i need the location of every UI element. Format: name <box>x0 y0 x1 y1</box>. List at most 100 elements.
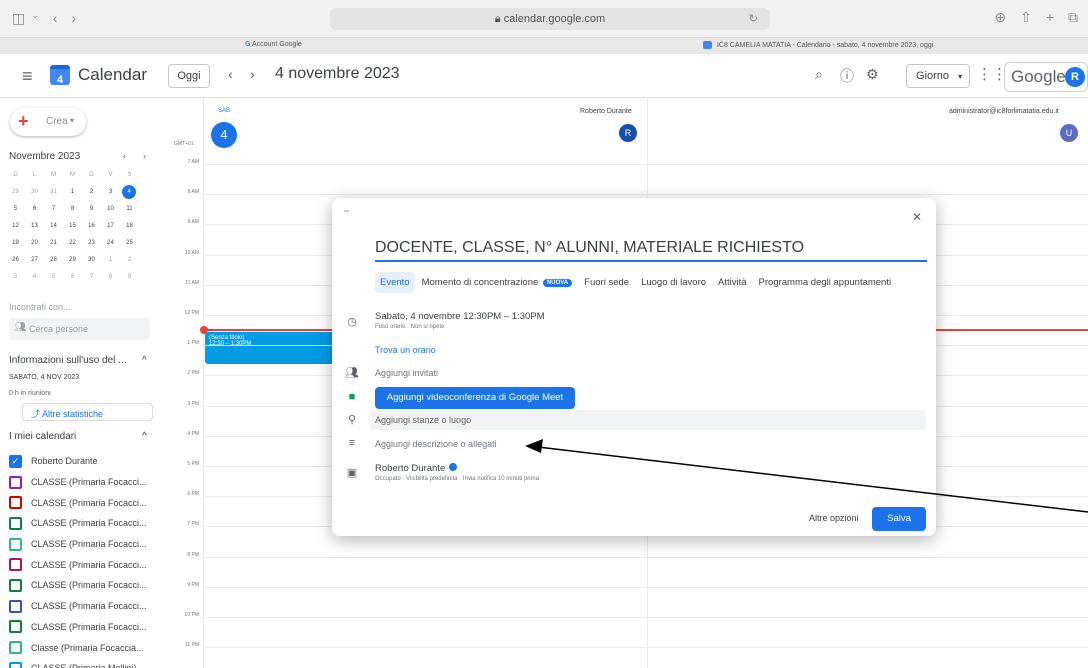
calendar-list-item[interactable]: CLASSE (Primaria Focacci... <box>9 513 159 534</box>
mini-calendar-day[interactable]: 26 <box>6 253 25 267</box>
mini-calendar-day[interactable]: 8 <box>63 202 82 216</box>
download-icon[interactable]: ⊕ <box>994 9 1006 26</box>
mini-calendar-day[interactable]: 23 <box>82 236 101 250</box>
chevron-up-icon[interactable]: ^ <box>142 431 147 442</box>
mini-calendar-day[interactable]: 4 <box>25 270 44 284</box>
address-bar[interactable]: 🔒︎ calendar.google.com ↻ <box>330 8 770 30</box>
calendar-list-item[interactable]: ✓ Roberto Durante <box>9 451 159 472</box>
mini-calendar-day[interactable]: 21 <box>44 236 63 250</box>
mini-calendar-day[interactable]: 28 <box>44 253 63 267</box>
forward-icon[interactable]: › <box>71 10 76 27</box>
mini-calendar-day[interactable]: 30 <box>25 185 44 199</box>
mini-prev-icon[interactable]: ‹ <box>123 151 126 161</box>
tab-account-google[interactable]: G Account Google <box>245 41 302 48</box>
calendar-list-item[interactable]: CLASSE (Primaria Mellini) ... <box>9 658 159 668</box>
mini-calendar-day[interactable]: 14 <box>44 219 63 233</box>
tab-out-of-office[interactable]: Fuori sede <box>579 272 634 293</box>
search-icon[interactable]: ⌕ <box>815 66 823 83</box>
mini-calendar-day[interactable]: 19 <box>6 236 25 250</box>
mini-calendar-day[interactable]: 8 <box>101 270 120 284</box>
mini-calendar-day[interactable]: 9 <box>82 202 101 216</box>
mini-calendar-day[interactable]: 17 <box>101 219 120 233</box>
drag-handle-icon[interactable]: ═ <box>344 208 349 215</box>
calendar-owner[interactable]: Roberto Durante <box>375 463 458 474</box>
mini-calendar-day[interactable]: 27 <box>25 253 44 267</box>
calendar-checkbox[interactable] <box>9 475 22 489</box>
calendar-list-item[interactable]: CLASSE (Primaria Focacci... <box>9 617 159 638</box>
calendar-checkbox[interactable] <box>9 599 22 613</box>
mini-calendar-day[interactable]: 1 <box>101 253 120 267</box>
mini-calendar-day[interactable]: 7 <box>44 202 63 216</box>
calendar-checkbox[interactable] <box>9 516 22 530</box>
mini-calendar-day[interactable]: 16 <box>82 219 101 233</box>
mini-calendar-day[interactable]: 6 <box>63 270 82 284</box>
account-avatar[interactable]: R <box>1065 67 1085 87</box>
mini-calendar-day[interactable]: 11 <box>120 202 139 216</box>
tab-working-location[interactable]: Luogo di lavoro <box>636 272 711 293</box>
mini-calendar-day[interactable]: 2 <box>120 253 139 267</box>
settings-gear-icon[interactable]: ⚙ <box>866 66 879 83</box>
calendar-list-item[interactable]: Classe (Primaria Focaccia... <box>9 637 159 658</box>
mini-calendar-day[interactable]: 5 <box>6 202 25 216</box>
tab-focus-time[interactable]: Momento di concentrazione NUOVA <box>417 272 578 293</box>
mini-calendar-day[interactable]: 10 <box>101 202 120 216</box>
previous-day-icon[interactable]: ‹ <box>228 66 233 82</box>
calendar-checkbox[interactable] <box>9 661 22 668</box>
mini-calendar-day[interactable]: 18 <box>120 219 139 233</box>
mini-calendar-day[interactable]: 15 <box>63 219 82 233</box>
mini-calendar-day[interactable]: 24 <box>101 236 120 250</box>
calendar-checkbox[interactable] <box>9 578 22 592</box>
tabs-overview-icon[interactable]: ⧉ <box>1068 9 1078 26</box>
mini-calendar-day[interactable]: 6 <box>25 202 44 216</box>
calendar-checkbox[interactable] <box>9 496 22 510</box>
calendar-checkbox[interactable] <box>9 537 22 551</box>
event-title-input[interactable]: DOCENTE, CLASSE, N° ALUNNI, MATERIALE RI… <box>375 239 927 262</box>
people-search-input[interactable]: 👥︎ Cerca persone <box>9 318 150 340</box>
calendar-checkbox[interactable]: ✓ <box>9 454 22 468</box>
reload-icon[interactable]: ↻ <box>749 8 758 30</box>
event-timezone-recurrence[interactable]: Fuso orario · Non si ripete <box>375 324 444 330</box>
apps-grid-icon[interactable]: ⋮⋮ <box>977 65 1007 83</box>
mini-calendar-day[interactable]: 29 <box>63 253 82 267</box>
mini-calendar-day[interactable]: 4 <box>122 185 136 199</box>
mini-calendar-day[interactable]: 2 <box>82 185 101 199</box>
tab-event[interactable]: Evento <box>375 272 415 293</box>
calendar-list-item[interactable]: CLASSE (Primaria Focacci... <box>9 534 159 555</box>
sidebar-toggle-icon[interactable]: ◫ <box>12 10 25 27</box>
create-button[interactable]: + Crea ▾ <box>10 108 86 136</box>
calendar-checkbox[interactable] <box>9 641 22 655</box>
tab-appointment-schedule[interactable]: Programma degli appuntamenti <box>754 272 897 293</box>
user-avatar[interactable]: R <box>619 124 637 142</box>
main-menu-icon[interactable]: ≡ <box>22 66 33 87</box>
calendar-owner-details[interactable]: Occupato · Visibilità predefinita · Invi… <box>375 476 539 482</box>
chevron-down-icon[interactable]: ⌄ <box>31 10 39 27</box>
close-icon[interactable]: ✕ <box>912 210 922 224</box>
mini-calendar-day[interactable]: 13 <box>25 219 44 233</box>
mini-calendar-day[interactable]: 30 <box>82 253 101 267</box>
calendar-list-item[interactable]: CLASSE (Primaria Focacci... <box>9 596 159 617</box>
google-account-area[interactable]: Google R <box>1004 62 1088 92</box>
find-time-link[interactable]: Trova un orario <box>375 345 436 355</box>
mini-next-icon[interactable]: › <box>143 151 146 161</box>
calendar-list-item[interactable]: CLASSE (Primaria Focacci... <box>9 472 159 493</box>
chevron-up-icon[interactable]: ^ <box>142 355 147 366</box>
help-icon[interactable]: ⓘ <box>840 66 854 86</box>
calendar-list-item[interactable]: CLASSE (Primaria Focacci... <box>9 492 159 513</box>
more-options-button[interactable]: Altre opzioni <box>809 513 859 523</box>
mini-calendar-day[interactable]: 9 <box>120 270 139 284</box>
mini-calendar-day[interactable]: 5 <box>44 270 63 284</box>
tab-tasks[interactable]: Attività <box>713 272 752 293</box>
new-tab-icon[interactable]: + <box>1046 9 1054 26</box>
mini-calendar-day[interactable]: 7 <box>82 270 101 284</box>
tab-calendar[interactable]: IC8 CAMELIA MATATIA - Calendario - sabat… <box>703 41 933 49</box>
mini-calendar-day[interactable]: 31 <box>44 185 63 199</box>
share-icon[interactable]: ⇧ <box>1020 9 1032 26</box>
view-selector[interactable]: Giorno ▾ <box>906 64 970 88</box>
back-icon[interactable]: ‹ <box>53 10 58 27</box>
mini-calendar-day[interactable]: 25 <box>120 236 139 250</box>
calendar-list-item[interactable]: CLASSE (Primaria Focacci... <box>9 575 159 596</box>
mini-calendar-day[interactable]: 3 <box>6 270 25 284</box>
add-meet-button[interactable]: Aggiungi videoconferenza di Google Meet <box>375 387 575 409</box>
usage-info-title[interactable]: Informazioni sull'uso del ... <box>9 355 127 366</box>
add-room-location-field[interactable]: Aggiungi stanze o luogo <box>370 410 926 430</box>
